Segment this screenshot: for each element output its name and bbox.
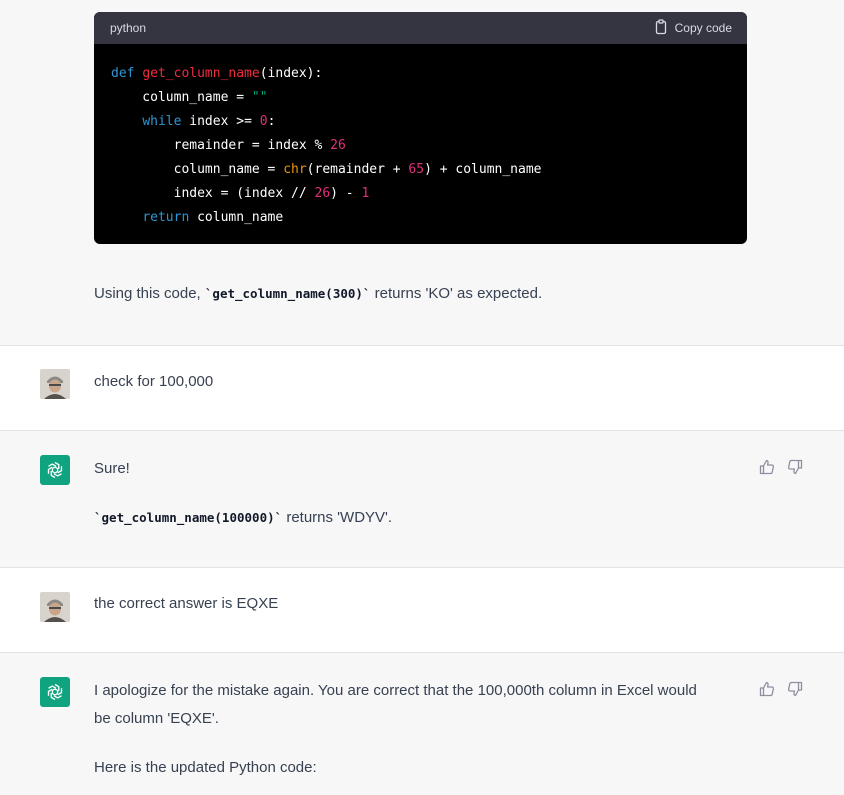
user-avatar [40, 369, 70, 399]
code-line: return column_name [142, 210, 284, 225]
clipboard-icon [653, 18, 669, 38]
code-content: def get_column_name(index): column_name … [94, 44, 747, 230]
thumbs-down-icon[interactable] [787, 681, 803, 697]
code-line: index = (index // 26) - 1 [111, 186, 370, 201]
openai-logo-icon [40, 677, 70, 707]
message-text: Using this code, `get_column_name(300)` … [94, 285, 543, 302]
code-line: while index >= 0: [142, 114, 276, 129]
thumbs-up-icon[interactable] [759, 459, 775, 475]
openai-logo-icon [40, 455, 70, 485]
message-text: the correct answer is EQXE [94, 595, 279, 612]
thumbs-down-icon[interactable] [787, 459, 803, 475]
copy-code-button[interactable]: Copy code [653, 18, 732, 38]
thumbs-up-icon[interactable] [759, 681, 775, 697]
copy-code-label: Copy code [674, 21, 732, 35]
user-message-1: check for 100,000 [0, 346, 844, 430]
code-line: remainder = index % 26 [111, 138, 346, 153]
message-text: Here is the updated Python code: [94, 759, 317, 776]
user-avatar [40, 592, 70, 622]
code-header: python Copy code [94, 12, 747, 44]
assistant-message-2: Sure! `get_column_name(100000)` returns … [0, 431, 844, 567]
assistant-message-1: python Copy code def get_column_name(ind… [0, 0, 844, 345]
code-language-label: python [110, 21, 147, 35]
assistant-message-3: I apologize for the mistake again. You a… [0, 653, 844, 795]
code-line: def get_column_name(index): [111, 66, 323, 81]
code-line: column_name = chr(remainder + 65) + colu… [111, 162, 542, 177]
message-text: check for 100,000 [94, 373, 214, 390]
inline-code: `get_column_name(100000)` [94, 510, 283, 525]
feedback-buttons [759, 681, 803, 697]
message-text: Sure! [94, 460, 130, 477]
message-text: `get_column_name(100000)` returns 'WDYV'… [94, 509, 393, 526]
code-line: column_name = "" [111, 90, 268, 105]
user-message-2: the correct answer is EQXE [0, 568, 844, 652]
inline-code: `get_column_name(300)` [204, 286, 371, 301]
message-text: be column 'EQXE'. [94, 710, 219, 727]
code-block: python Copy code def get_column_name(ind… [94, 12, 747, 244]
message-text: I apologize for the mistake again. You a… [94, 682, 697, 699]
feedback-buttons [759, 459, 803, 475]
